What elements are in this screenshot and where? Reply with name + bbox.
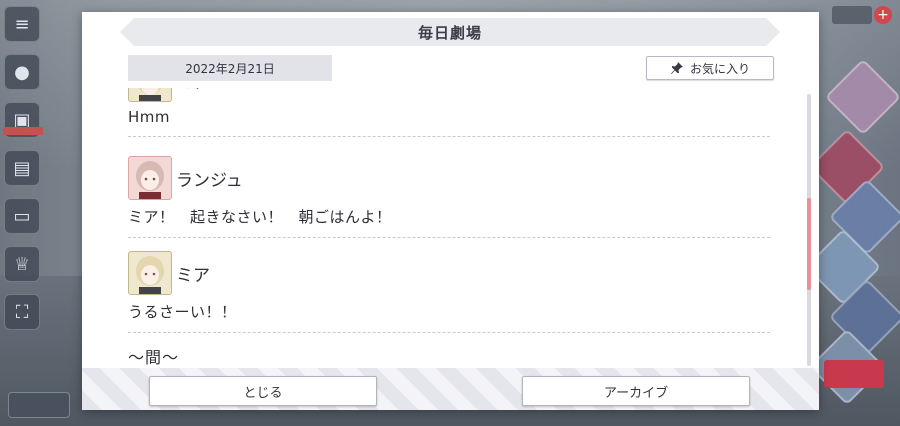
divider	[128, 237, 770, 238]
date-label: 2022年2月21日	[128, 55, 332, 81]
avatar-mia	[128, 88, 172, 102]
speaker-row: ミア	[128, 251, 770, 295]
narration-text: 〜間〜	[128, 348, 180, 367]
speaker-name: ランジュ	[176, 170, 243, 191]
scrollbar-track[interactable]	[807, 94, 811, 366]
fullscreen-icon[interactable]: ⛶	[4, 294, 40, 330]
divider	[128, 332, 770, 333]
right-menu-rail: +	[804, 0, 900, 426]
background-bottom-tag[interactable]	[8, 392, 70, 418]
archive-button[interactable]: アーカイブ	[522, 376, 750, 406]
character-portrait-icon	[138, 88, 162, 101]
scrollbar-thumb[interactable]	[807, 198, 811, 290]
dialogue-log[interactable]: ミア Hmm ランジュ ミア！ 起きなさい！ 朝ごはんよ！	[128, 88, 774, 370]
character-portrait-icon	[136, 161, 164, 199]
dialogue-text: Hmm	[128, 108, 171, 126]
menu-tile[interactable]	[824, 58, 900, 136]
dialogue-entry: ミア Hmm	[128, 88, 770, 137]
currency-badge	[832, 6, 872, 24]
event-icon[interactable]: ▣	[3, 102, 43, 138]
character-portrait-icon	[136, 256, 164, 294]
event-banner[interactable]	[824, 360, 884, 388]
pin-icon	[670, 62, 683, 74]
dialog-title: 毎日劇場	[120, 18, 780, 46]
trophy-icon[interactable]: ♕	[4, 246, 40, 282]
speaker-name: ミア	[176, 265, 210, 286]
dialogue-text: ミア！ 起きなさい！ 朝ごはんよ！	[128, 208, 392, 226]
close-button[interactable]: とじる	[149, 376, 377, 406]
gift-icon[interactable]: ▤	[4, 150, 40, 186]
favorite-button-label: お気に入り	[689, 61, 750, 76]
daily-theater-dialog: 毎日劇場 2022年2月21日 お気に入り ミア Hmm	[82, 12, 819, 410]
menu-icon[interactable]: ≡	[4, 6, 40, 42]
chat-icon[interactable]: ●	[4, 54, 40, 90]
favorite-button[interactable]: お気に入り	[646, 56, 774, 80]
avatar-ranju	[128, 156, 172, 200]
dialogue-entry: ミア うるさーい！！	[128, 251, 770, 333]
monitor-icon[interactable]: ▭	[4, 198, 40, 234]
dialogue-text: うるさーい！！	[128, 303, 237, 321]
avatar-mia	[128, 251, 172, 295]
speaker-row: ランジュ	[128, 156, 770, 200]
add-currency-icon[interactable]: +	[874, 6, 892, 24]
dialogue-entry: ランジュ ミア！ 起きなさい！ 朝ごはんよ！	[128, 156, 770, 238]
divider	[128, 136, 770, 137]
left-menu-rail: ≡ ● ▣ ▤ ▭ ♕ ⛶	[3, 6, 43, 330]
speaker-name: ミア	[176, 88, 210, 93]
speaker-row: ミア	[128, 88, 770, 102]
